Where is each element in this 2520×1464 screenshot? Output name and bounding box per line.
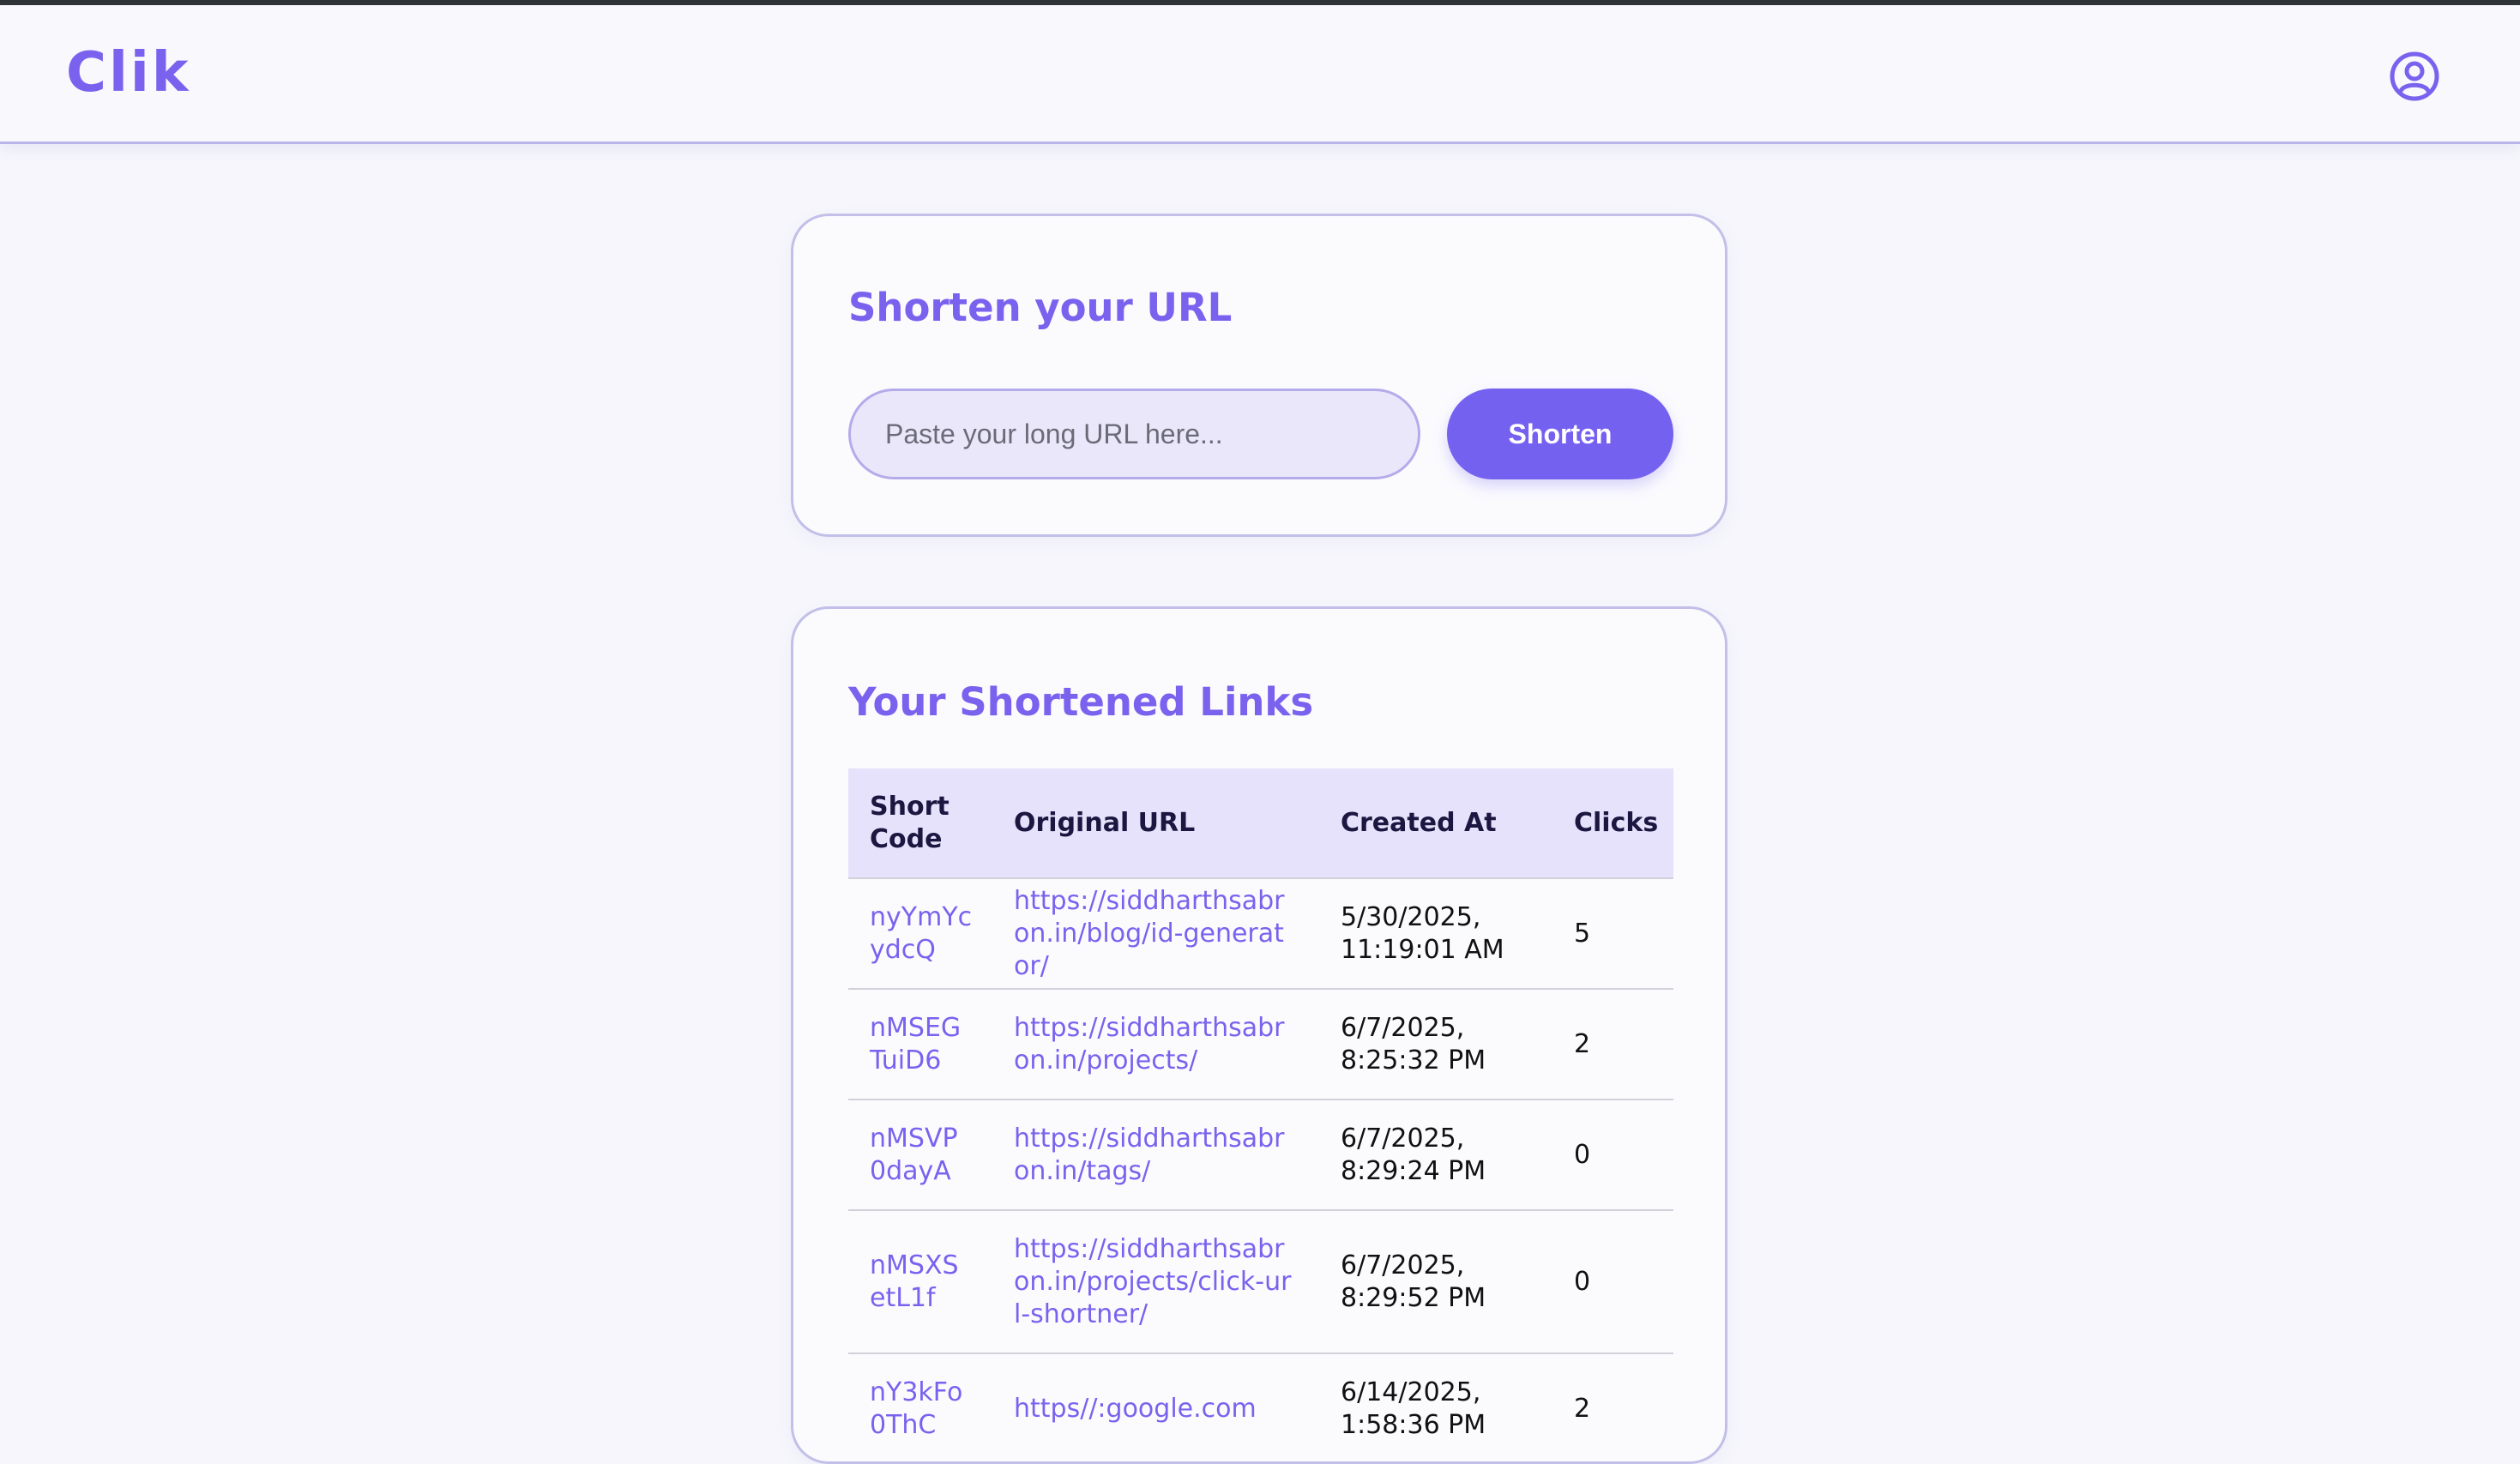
created-at-text: 6/14/2025, 1:58:36 PM [1341,1377,1486,1440]
short-code-link[interactable]: nY3kFo0ThC [870,1377,973,1442]
links-table: Short Code Original URL Created At Click… [848,768,1673,1464]
short-code-link[interactable]: nMSXSetL1f [870,1250,973,1315]
links-card-title: Your Shortened Links [848,679,1314,725]
shorten-button[interactable]: Shorten [1447,389,1673,479]
table-row: nY3kFo0ThC https//:google.com 6/14/2025,… [848,1353,1673,1464]
created-at-text: 6/7/2025, 8:29:24 PM [1341,1123,1486,1186]
created-at-text: 6/7/2025, 8:29:52 PM [1341,1250,1486,1313]
short-code-link[interactable]: nyYmYcydcQ [870,901,973,967]
created-at-cell: 6/7/2025, 8:29:24 PM [1319,1099,1552,1210]
clicks-cell: 2 [1552,988,1673,1100]
app-header: Clik [0,5,2520,144]
table-row: nyYmYcydcQ https://siddharthsabron.in/bl… [848,877,1673,989]
url-input[interactable] [848,389,1420,479]
clicks-cell: 0 [1552,1209,1673,1353]
created-at-text: 5/30/2025, 11:19:01 AM [1341,901,1504,965]
shorten-card-title: Shorten your URL [848,285,1233,330]
short-code-link[interactable]: nMSVP0dayA [870,1123,973,1188]
column-header-created-at: Created At [1341,807,1497,838]
original-url-link[interactable]: https://siddharthsabron.in/projects/clic… [1014,1233,1297,1331]
clicks-cell: 2 [1552,1353,1673,1464]
clicks-cell: 5 [1552,877,1673,989]
column-header-short-code: Short Code [870,791,950,854]
table-row: nMSVP0dayA https://siddharthsabron.in/ta… [848,1099,1673,1210]
column-header-clicks: Clicks [1574,807,1659,838]
created-at-cell: 6/7/2025, 8:29:52 PM [1319,1209,1552,1353]
table-row: nMSXSetL1f https://siddharthsabron.in/pr… [848,1209,1673,1353]
original-url-link[interactable]: https://siddharthsabron.in/projects/ [1014,1012,1297,1077]
created-at-cell: 6/7/2025, 8:25:32 PM [1319,988,1552,1100]
clicks-cell: 0 [1552,1099,1673,1210]
original-url-link[interactable]: https://siddharthsabron.in/blog/id-gener… [1014,885,1297,983]
created-at-cell: 5/30/2025, 11:19:01 AM [1319,877,1552,989]
shortened-links-card: Your Shortened Links Short Code Original… [791,606,1727,1464]
shorten-url-card: Shorten your URL Shorten [791,214,1727,537]
app-logo[interactable]: Clik [66,41,190,105]
user-profile-icon[interactable] [2388,50,2441,103]
table-row: nMSEGTuiD6 https://siddharthsabron.in/pr… [848,988,1673,1100]
original-url-link[interactable]: https//:google.com [1014,1393,1297,1425]
short-code-link[interactable]: nMSEGTuiD6 [870,1012,973,1077]
original-url-link[interactable]: https://siddharthsabron.in/tags/ [1014,1123,1297,1188]
column-header-original-url: Original URL [1014,807,1196,838]
table-header-row: Short Code Original URL Created At Click… [848,768,1673,878]
created-at-text: 6/7/2025, 8:25:32 PM [1341,1012,1486,1075]
created-at-cell: 6/14/2025, 1:58:36 PM [1319,1353,1552,1464]
